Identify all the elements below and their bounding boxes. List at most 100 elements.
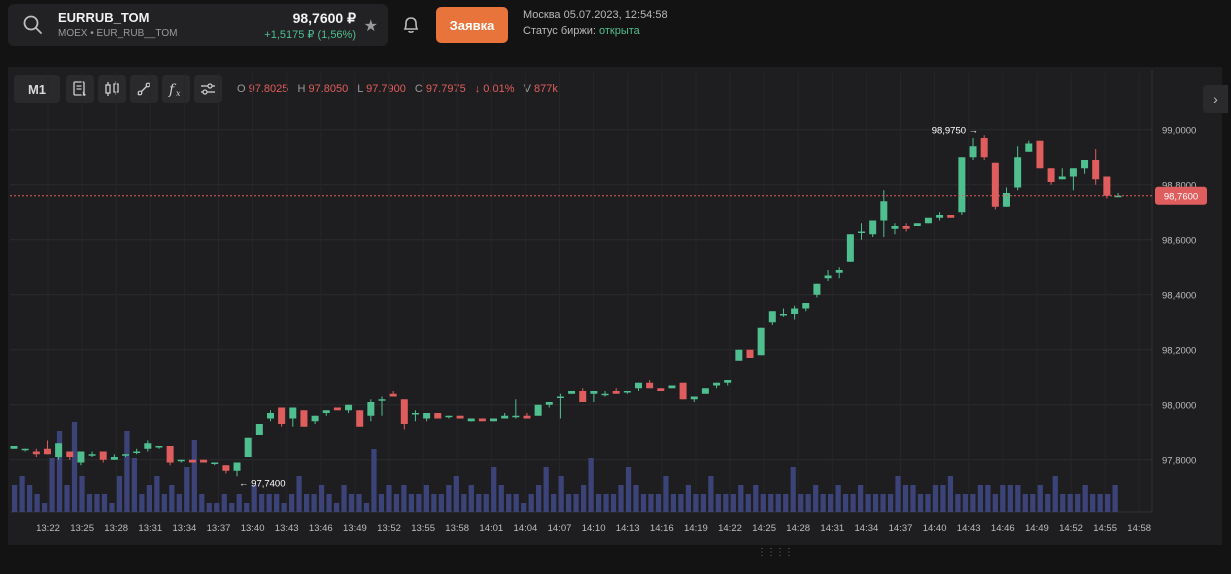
volume-bar <box>947 476 954 512</box>
volume-bar <box>116 476 123 512</box>
candle-body <box>858 231 866 233</box>
x-tick-label: 14:28 <box>786 523 810 534</box>
volume-bar <box>333 503 340 512</box>
volume-bar <box>618 485 624 512</box>
volume-bar <box>408 494 415 512</box>
volume-bar <box>229 503 235 512</box>
volume-bar <box>872 494 879 512</box>
candle-body <box>300 410 308 427</box>
x-tick-label: 14:31 <box>820 523 844 534</box>
volume-bar <box>633 485 639 512</box>
candle-body <box>166 446 174 463</box>
candle-body <box>177 459 185 462</box>
candle-body <box>244 437 252 457</box>
volume-bar <box>977 485 983 512</box>
volume-bar <box>206 503 212 512</box>
volume-bar <box>536 485 542 512</box>
resize-grip-icon[interactable]: ⋮⋮⋮⋮ <box>757 547 794 558</box>
volume-bar <box>49 458 55 512</box>
volume-bar <box>887 494 894 512</box>
candle-body <box>322 410 330 413</box>
volume-bar <box>513 494 519 512</box>
volume-bar <box>1000 485 1006 512</box>
volume-bar <box>745 494 751 512</box>
volume-bar <box>625 467 632 512</box>
candle-body <box>1092 160 1100 180</box>
candle-body <box>1058 176 1066 180</box>
volume-bar <box>543 467 549 512</box>
volume-bar <box>281 503 287 512</box>
volume-bar <box>880 494 886 512</box>
candle-body <box>411 413 419 415</box>
volume-bar <box>154 476 160 512</box>
candle-body <box>634 382 642 389</box>
candle-body <box>222 465 230 471</box>
volume-bar <box>1067 494 1073 512</box>
candle-body <box>991 162 999 207</box>
volume-bar <box>580 485 587 512</box>
volume-bar <box>446 485 452 512</box>
candle-body <box>902 226 910 229</box>
candle-body <box>969 146 977 158</box>
volume-bar <box>850 494 856 512</box>
candle-body <box>601 393 609 396</box>
volume-bar <box>828 494 834 512</box>
volume-bar <box>12 485 18 512</box>
volume-bar <box>71 422 78 512</box>
volume-bar <box>296 476 302 512</box>
candle-body <box>356 410 364 427</box>
x-tick-label: 13:34 <box>173 523 197 534</box>
candle-body <box>1002 193 1010 207</box>
volume-bar <box>274 494 280 512</box>
candle-body <box>99 451 107 460</box>
candle-body <box>568 391 576 394</box>
volume-bar <box>131 458 138 512</box>
volume-bar <box>311 494 317 512</box>
price-chart[interactable]: 99,000098,800098,600098,400098,200098,00… <box>0 0 1231 574</box>
candle-body <box>534 404 542 416</box>
candle-body <box>345 404 353 411</box>
x-tick-label: 14:16 <box>650 523 674 534</box>
candle-body <box>289 407 297 419</box>
candle-body <box>211 462 219 464</box>
x-tick-label: 14:37 <box>889 523 913 534</box>
y-tick-label: 98,6000 <box>1162 235 1196 246</box>
volume-bar <box>1105 494 1111 512</box>
x-tick-label: 14:40 <box>923 523 947 534</box>
volume-bar <box>378 494 385 512</box>
volume-bar <box>1075 494 1081 512</box>
volume-bar <box>289 494 295 512</box>
x-tick-label: 14:49 <box>1025 523 1049 534</box>
x-tick-label: 14:55 <box>1093 523 1117 534</box>
volume-bar <box>573 494 579 512</box>
volume-bar <box>176 494 182 512</box>
x-tick-label: 13:49 <box>343 523 367 534</box>
candle-body <box>389 393 397 397</box>
volume-bar <box>356 494 362 512</box>
volume-bar <box>970 494 976 512</box>
candle-body <box>913 223 921 226</box>
volume-bar <box>266 494 272 512</box>
volume-bar <box>41 503 48 512</box>
volume-bar <box>738 485 744 512</box>
candle-body <box>445 415 453 418</box>
candle-body <box>1081 160 1089 169</box>
candle-body <box>701 388 709 394</box>
volume-bar <box>917 494 924 512</box>
volume-bar <box>865 494 871 512</box>
volume-bar <box>1052 476 1058 512</box>
volume-bar <box>371 449 377 512</box>
volume-bar <box>813 485 819 512</box>
candle-body <box>378 399 386 401</box>
volume-bar <box>992 494 998 512</box>
candle-body <box>846 234 854 262</box>
x-tick-label: 14:46 <box>991 523 1015 534</box>
volume-bar <box>191 440 197 512</box>
candle-body <box>266 413 274 419</box>
volume-bar <box>595 494 602 512</box>
candle-body <box>32 451 40 455</box>
candle-body <box>490 418 498 422</box>
candle-body <box>1069 168 1077 177</box>
volume-bar <box>753 485 759 512</box>
candle-body <box>467 418 475 422</box>
